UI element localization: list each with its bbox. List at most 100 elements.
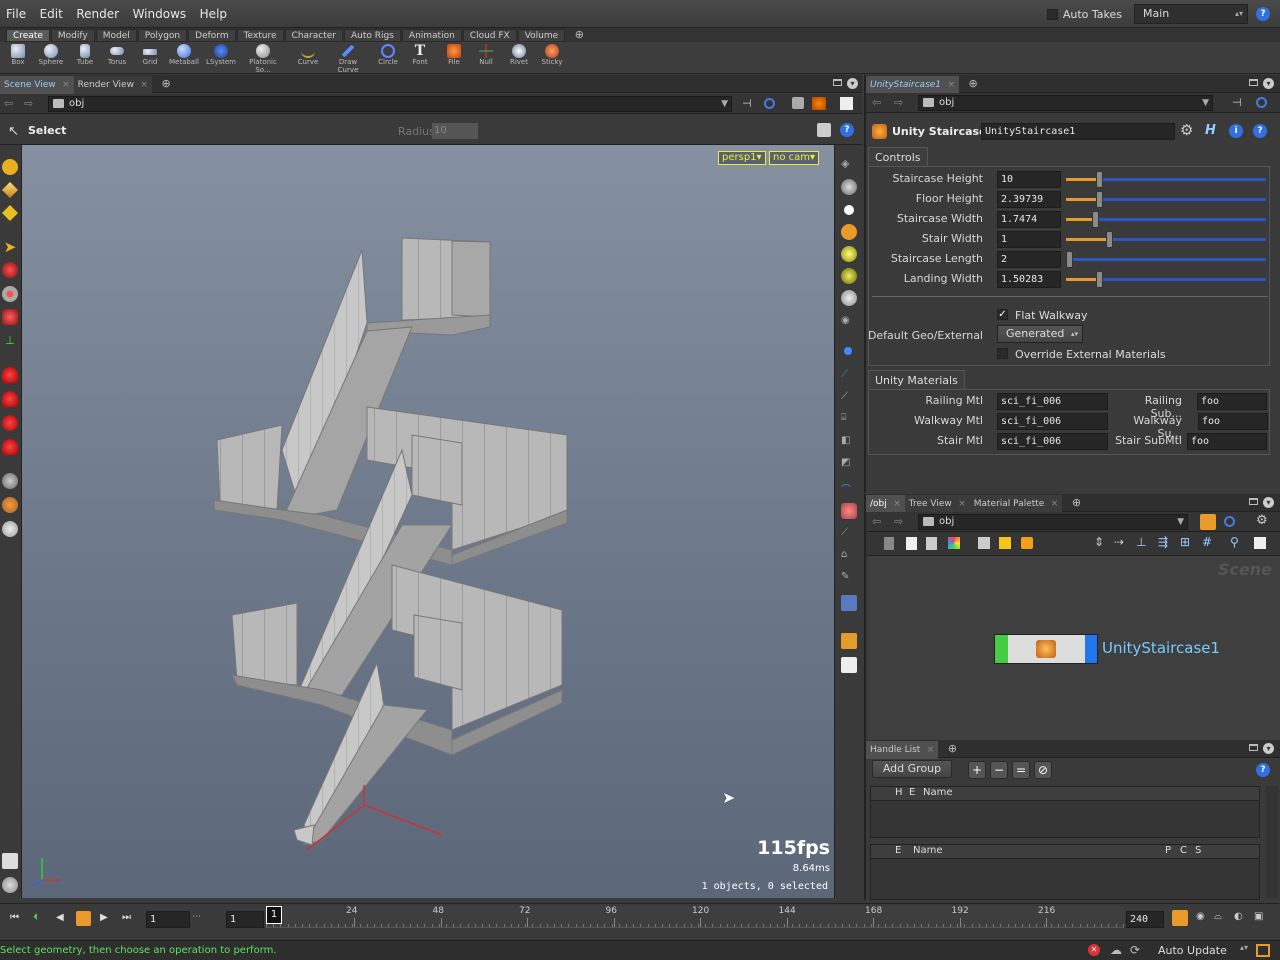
sphere-display-icon[interactable] — [841, 290, 857, 306]
display-white-icon[interactable] — [840, 97, 853, 110]
col-h[interactable]: H — [895, 787, 903, 798]
tab-tree-view[interactable]: Tree View × — [904, 495, 970, 513]
normals-icon[interactable]: ⟋ — [841, 369, 857, 385]
add-tab-icon[interactable]: ⊕ — [1072, 496, 1081, 509]
rotate-tool-icon[interactable] — [2, 286, 18, 302]
tool-lsystem[interactable]: LSystem — [203, 44, 239, 66]
flat-walkway-checkbox[interactable] — [997, 309, 1008, 320]
scene-path-field[interactable]: obj ▼ — [48, 96, 732, 112]
timeline-track[interactable]: 1 24 48 72 96 120 144 168 192 216 — [266, 906, 1124, 928]
point-display-icon[interactable] — [844, 347, 852, 355]
tool-rivet[interactable]: Rivet — [501, 44, 537, 66]
help-icon[interactable]: ? — [1256, 7, 1270, 21]
frame-step-icon[interactable]: ⋯ — [192, 912, 201, 922]
display-cam-menu[interactable]: no cam▾ — [769, 151, 820, 165]
shelf-tab-auto-rigs[interactable]: Auto Rigs — [343, 29, 401, 42]
slider-track[interactable] — [1066, 231, 1266, 248]
safe-area-icon[interactable] — [841, 633, 857, 649]
material-field[interactable]: sci_fi_006 — [997, 433, 1108, 450]
search-icon[interactable]: ⚲ — [1230, 535, 1239, 549]
tool-grid[interactable]: Grid — [132, 44, 168, 66]
scope-icon[interactable]: ◐ — [1234, 911, 1243, 922]
slider-handle[interactable] — [1106, 231, 1113, 248]
link-icon[interactable] — [1224, 516, 1235, 527]
override-materials-checkbox[interactable] — [997, 348, 1008, 359]
shelf-tab-modify[interactable]: Modify — [50, 29, 95, 42]
pin-icon[interactable]: ⊣ — [742, 97, 752, 110]
close-icon[interactable]: × — [1051, 495, 1059, 513]
tool-null[interactable]: Null — [468, 44, 504, 66]
gear-icon[interactable]: ⚙ — [1180, 121, 1193, 139]
tool-curve[interactable]: Curve — [290, 44, 326, 66]
slider-value-field[interactable]: 1.50283 — [997, 271, 1061, 288]
tab-obj[interactable]: /obj × — [866, 495, 905, 513]
help-icon[interactable]: ? — [1256, 763, 1270, 777]
clear-icon[interactable]: ⊘ — [1034, 761, 1052, 779]
menu-help[interactable]: Help — [196, 0, 231, 28]
camera-menu[interactable]: persp1▾ — [718, 151, 766, 165]
back-icon[interactable]: ⇦ — [872, 96, 881, 109]
slider-track[interactable] — [1066, 171, 1266, 188]
align-icon[interactable]: ⇢ — [1114, 535, 1124, 549]
slider-track[interactable] — [1066, 211, 1266, 228]
move-tool-icon[interactable] — [2, 262, 18, 278]
tool-platonic[interactable]: Platonic So... — [245, 44, 281, 74]
close-icon[interactable]: × — [893, 495, 901, 513]
chat-icon[interactable]: ☁ — [1110, 943, 1122, 957]
slider-handle[interactable] — [1096, 171, 1103, 188]
add-shelf-icon[interactable]: ⊕ — [575, 28, 584, 41]
network-canvas[interactable]: Scene UnityStaircase1 — [868, 556, 1280, 740]
end-frame-field[interactable]: 240 — [1126, 911, 1164, 928]
curve-display-icon[interactable]: ⌒ — [841, 481, 857, 497]
paint-tool-icon[interactable] — [2, 439, 18, 455]
section-unity-materials[interactable]: Unity Materials — [868, 370, 965, 390]
update-mode-label[interactable]: Auto Update — [1158, 944, 1227, 957]
col-name[interactable]: Name — [913, 845, 943, 856]
node-name-field[interactable]: UnityStaircase1 — [981, 123, 1175, 140]
realtime-icon[interactable] — [1172, 910, 1188, 926]
slider-handle[interactable] — [1092, 211, 1099, 228]
stop-icon[interactable] — [76, 911, 91, 926]
tool-tube[interactable]: Tube — [67, 44, 103, 66]
primitives-mode-icon[interactable] — [2, 205, 18, 221]
equal-icon[interactable]: = — [1012, 761, 1030, 779]
points-mode-icon[interactable] — [2, 182, 18, 198]
tab-scene-view[interactable]: Scene View × — [0, 76, 74, 94]
global-icon[interactable]: ▣ — [1254, 911, 1263, 922]
tab-handle-list[interactable]: Handle List × — [866, 741, 939, 759]
list-mode-icon[interactable] — [884, 537, 894, 550]
slider-value-field[interactable]: 2 — [997, 251, 1061, 268]
slider-handle[interactable] — [1066, 251, 1073, 268]
shelf-tab-character[interactable]: Character — [284, 29, 343, 42]
add-group-button[interactable]: Add Group — [872, 760, 952, 778]
tool-sticky[interactable]: Sticky — [534, 44, 570, 66]
display-box-icon[interactable] — [792, 97, 804, 109]
select-mode-icon[interactable] — [2, 159, 18, 175]
template-icon[interactable]: ⌂ — [841, 549, 857, 565]
submaterial-field[interactable]: foo — [1187, 433, 1267, 450]
update-mode-icon[interactable]: ⟳ — [1130, 943, 1140, 957]
play-icon[interactable]: ▶ — [100, 912, 108, 923]
close-icon[interactable]: × — [947, 76, 955, 94]
col-c[interactable]: C — [1180, 845, 1187, 856]
tool-draw-curve[interactable]: Draw Curve — [330, 44, 366, 74]
shelf-tab-texture[interactable]: Texture — [236, 29, 284, 42]
select-tool-icon[interactable]: ➤ — [2, 239, 18, 255]
menu-edit[interactable]: Edit — [36, 0, 67, 28]
slider-track[interactable] — [1066, 251, 1266, 268]
tree-icon[interactable]: ⊥ — [1136, 535, 1146, 549]
bake-icon[interactable]: ◧ — [841, 435, 857, 451]
current-frame-marker[interactable]: 1 — [266, 906, 282, 924]
ghost-icon[interactable] — [841, 224, 857, 240]
tab-unitystaircase1[interactable]: UnityStaircase1 × — [866, 76, 960, 94]
grid-toggle-icon[interactable]: # — [1202, 535, 1212, 549]
col-s[interactable]: S — [1195, 845, 1201, 856]
pane-menu-icon[interactable]: ▾ — [847, 78, 858, 89]
shelf-tab-deform[interactable]: Deform — [188, 29, 236, 42]
slider-value-field[interactable]: 2.39739 — [997, 191, 1061, 208]
handle-tool-icon[interactable]: ⟂ — [2, 333, 18, 349]
eye-icon[interactable] — [841, 657, 857, 673]
scrollbar[interactable] — [1266, 786, 1278, 898]
houdini-help-icon[interactable]: H — [1205, 123, 1216, 138]
frame-field[interactable]: 1 — [146, 911, 190, 928]
